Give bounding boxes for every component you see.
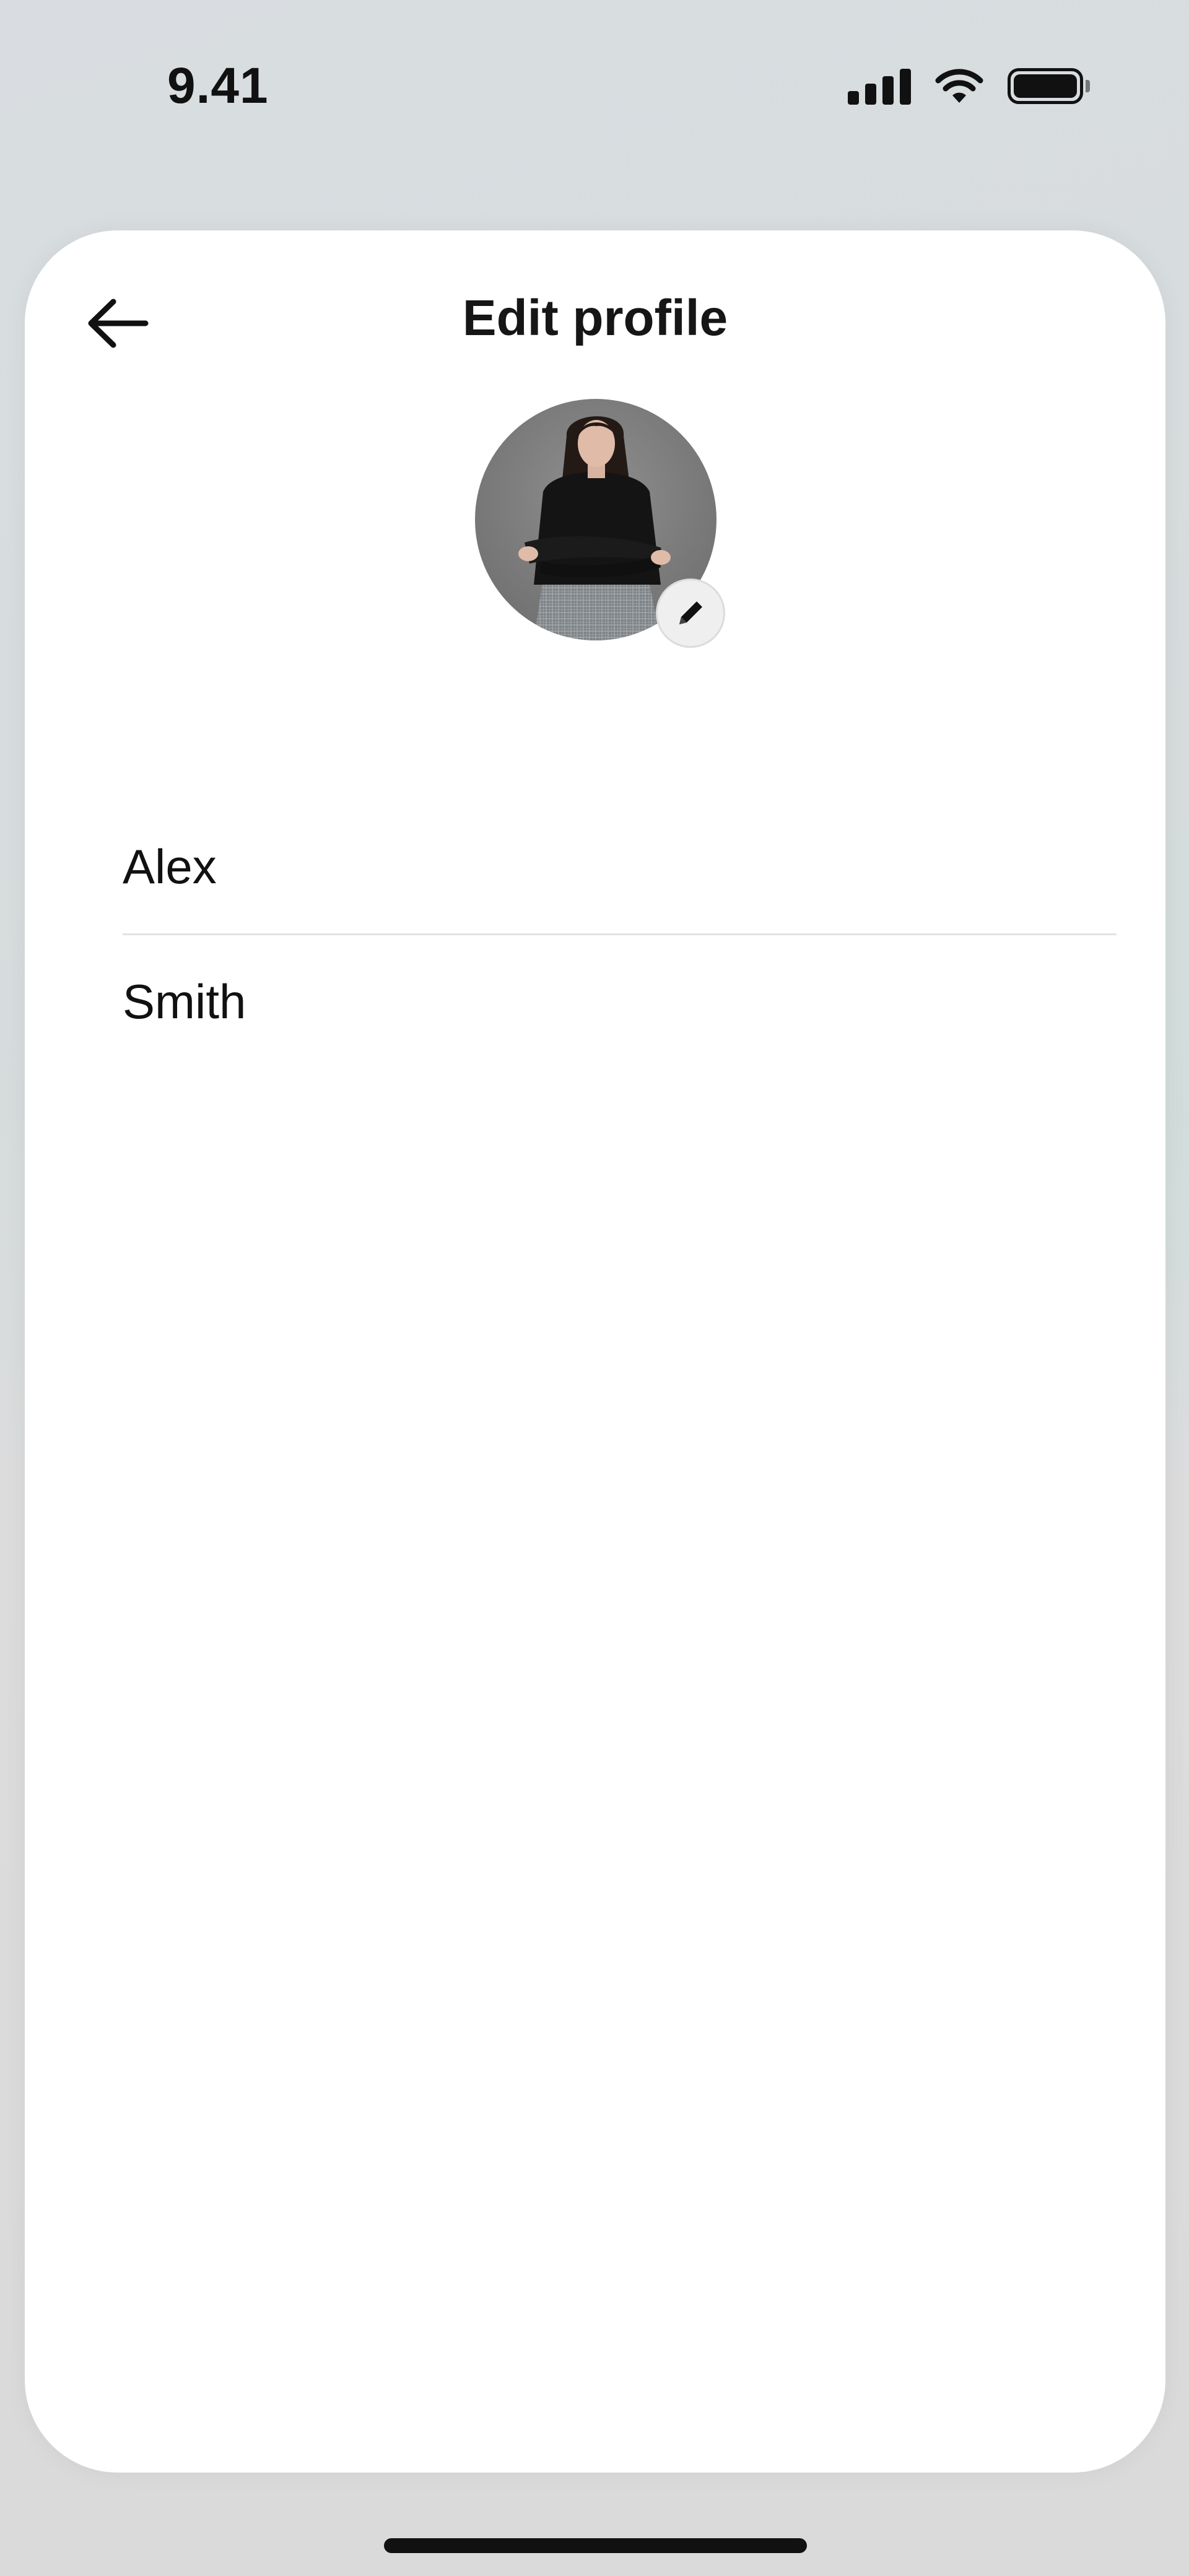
last-name-field-row (123, 935, 1117, 1068)
profile-form (123, 800, 1117, 1068)
home-indicator[interactable] (384, 2538, 807, 2553)
page-title: Edit profile (462, 290, 728, 346)
pencil-icon (679, 601, 702, 624)
edit-avatar-button[interactable] (656, 579, 725, 648)
first-name-input[interactable] (123, 839, 1117, 895)
battery-icon (1008, 68, 1090, 104)
edit-profile-sheet: Edit profile (25, 230, 1165, 2473)
header: Edit profile (25, 230, 1165, 404)
last-name-input[interactable] (123, 974, 1117, 1030)
first-name-field-row (123, 800, 1117, 933)
cellular-signal-icon (848, 68, 911, 105)
status-icons (848, 67, 1090, 105)
avatar-container (475, 399, 725, 648)
wifi-icon (935, 69, 983, 103)
status-bar: 9.41 (0, 0, 1189, 180)
status-time: 9.41 (167, 58, 269, 114)
